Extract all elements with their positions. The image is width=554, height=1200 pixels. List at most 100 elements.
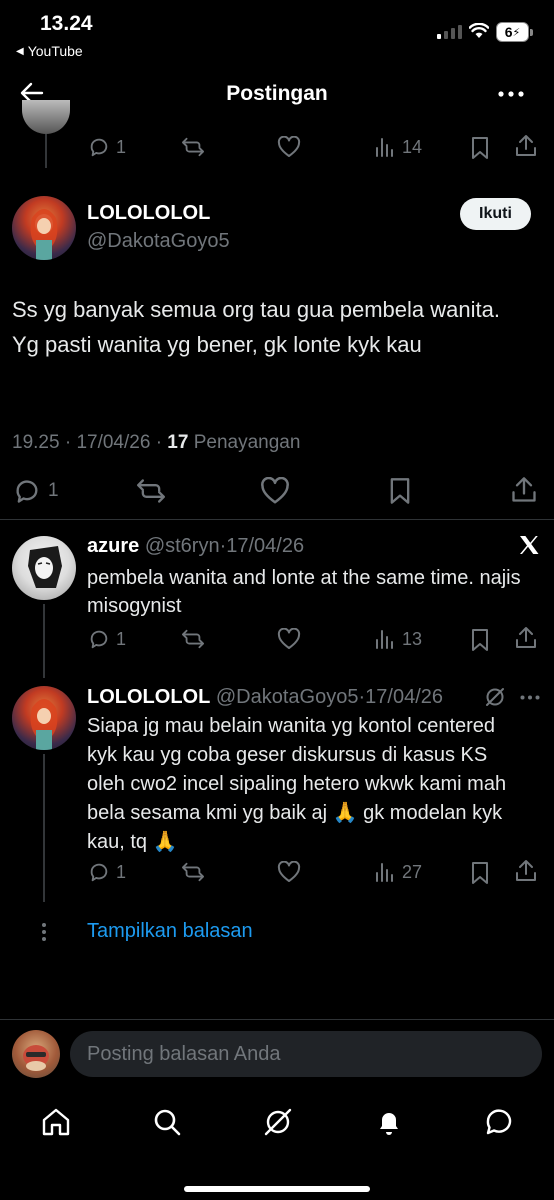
main-post-display-name[interactable]: LOLOLOLOL [87, 202, 210, 225]
heart-icon [277, 628, 301, 649]
main-post-text: Ss yg banyak semua org tau gua pembela w… [12, 297, 500, 357]
share-icon [516, 135, 536, 156]
signal-icon [437, 25, 463, 39]
views-icon [376, 863, 393, 882]
reply-date[interactable]: 17/04/26 [226, 535, 304, 557]
reply-count: 1 [116, 628, 127, 649]
bookmark-button[interactable] [470, 861, 490, 885]
like-button[interactable] [260, 477, 290, 505]
battery-level: 6 [504, 24, 513, 40]
like-button[interactable] [277, 628, 301, 650]
show-replies-link[interactable]: Tampilkan balasan [87, 920, 253, 943]
bookmark-icon [390, 478, 410, 504]
thread-line [45, 134, 47, 168]
views-button[interactable]: 13 [374, 628, 422, 650]
reply-display-name[interactable]: azure [87, 535, 139, 557]
thread-line [43, 604, 45, 678]
bookmark-icon [472, 629, 488, 651]
views-button[interactable]: 14 [374, 136, 422, 158]
home-indicator [184, 1186, 370, 1192]
reply-icon [90, 863, 108, 882]
repost-button[interactable] [180, 861, 206, 883]
reply-button[interactable]: 1 [12, 477, 59, 505]
reply-icon [90, 630, 108, 649]
like-button[interactable] [277, 136, 301, 158]
current-user-avatar[interactable] [12, 1030, 60, 1078]
post-date: 17/04/26 [76, 432, 151, 453]
wifi-icon [469, 23, 489, 39]
repost-button[interactable] [180, 628, 206, 650]
battery-icon: 6 ⚡ [496, 22, 533, 42]
bookmark-button[interactable] [470, 628, 490, 652]
reply-button[interactable]: 1 [88, 628, 126, 650]
heart-icon [277, 861, 301, 882]
reply-composer-placeholder: Posting balasan Anda [87, 1042, 281, 1065]
share-button[interactable] [510, 476, 538, 504]
status-time: 13.24 [40, 12, 93, 35]
reply-button[interactable]: 1 [88, 861, 126, 883]
reply-handle[interactable]: @st6ryn [145, 535, 220, 557]
chat-icon [486, 1109, 512, 1135]
reply-header: LOLOLOLOL @DakotaGoyo5·17/04/26 [87, 686, 444, 708]
views-icon [376, 138, 393, 157]
views-count: 27 [402, 861, 423, 882]
share-button[interactable] [514, 859, 538, 883]
reply-button[interactable]: 1 [88, 136, 126, 158]
reply-icon [90, 138, 108, 157]
bell-icon [380, 1113, 398, 1135]
reply-count: 1 [116, 136, 127, 157]
bookmark-button[interactable] [388, 477, 412, 505]
bottom-nav [0, 1095, 554, 1150]
reply-composer-input[interactable]: Posting balasan Anda [70, 1031, 542, 1077]
repost-button[interactable] [180, 136, 206, 158]
nav-messages[interactable] [484, 1107, 514, 1137]
grok-icon[interactable] [484, 686, 506, 708]
reply-count: 1 [48, 480, 59, 501]
nav-home[interactable] [41, 1107, 71, 1137]
repost-button[interactable] [135, 477, 167, 505]
post-views-count[interactable]: 17 [167, 432, 188, 453]
views-count: 14 [402, 136, 423, 157]
share-button[interactable] [514, 134, 538, 158]
more-options-button[interactable] [498, 91, 524, 97]
reply-more-options-button[interactable] [520, 695, 540, 700]
main-post-avatar[interactable] [12, 196, 76, 260]
post-meta: 19.25 · 17/04/26 · 17 Penayangan [12, 432, 301, 453]
views-button[interactable]: 27 [374, 861, 422, 883]
reply-header: azure @st6ryn·17/04/26 [87, 535, 305, 557]
share-button[interactable] [514, 626, 538, 650]
grok-icon [264, 1108, 292, 1136]
divider [0, 519, 554, 520]
heart-icon [261, 477, 289, 504]
search-icon [154, 1109, 181, 1136]
bookmark-icon [472, 862, 488, 884]
back-to-app-link[interactable]: ◀ YouTube [16, 43, 83, 59]
bookmark-icon [472, 137, 488, 159]
repost-icon [182, 862, 204, 882]
repost-icon [182, 137, 204, 157]
nav-notifications[interactable] [374, 1107, 404, 1137]
post-views-label[interactable]: Penayangan [194, 432, 301, 453]
like-button[interactable] [277, 861, 301, 883]
nav-search[interactable] [152, 1107, 182, 1137]
reply-date[interactable]: 17/04/26 [365, 686, 443, 708]
repost-icon [182, 629, 204, 649]
bookmark-button[interactable] [470, 136, 490, 160]
reply-avatar[interactable] [12, 686, 76, 750]
main-post-handle[interactable]: @DakotaGoyo5 [87, 230, 230, 253]
reply-display-name[interactable]: LOLOLOLOL [87, 686, 210, 708]
prev-reply-avatar[interactable] [22, 100, 70, 134]
share-icon [516, 627, 536, 648]
page-title: Postingan [226, 82, 328, 105]
nav-grok[interactable] [263, 1107, 293, 1137]
reply-avatar[interactable] [12, 536, 76, 600]
reply-handle[interactable]: @DakotaGoyo5 [216, 686, 359, 708]
back-triangle-icon: ◀ [16, 45, 24, 57]
views-icon [376, 630, 393, 649]
ellipsis-icon [520, 695, 540, 700]
follow-button[interactable]: Ikuti [460, 198, 531, 230]
ellipsis-icon [498, 91, 524, 97]
heart-icon [277, 136, 301, 157]
x-logo-icon[interactable] [518, 534, 540, 556]
reply-text: Siapa jg mau belain wanita yg kontol cen… [87, 715, 507, 853]
